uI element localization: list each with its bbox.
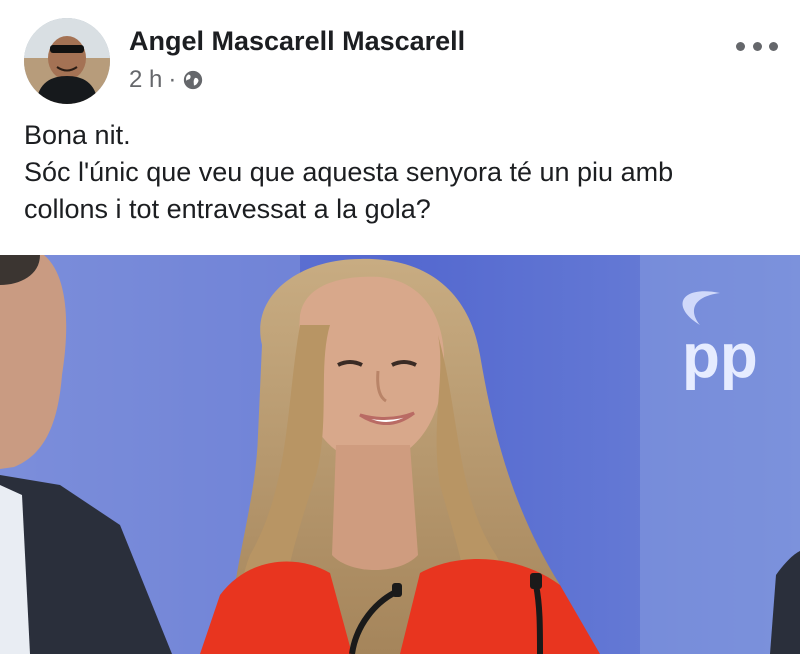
post-photo[interactable]: pp — [0, 255, 800, 654]
post-text-line: Sóc l'únic que veu que aquesta senyora t… — [24, 157, 674, 187]
more-options-button[interactable] — [736, 36, 778, 56]
post-text-line: Bona nit. — [24, 120, 131, 150]
post-text-line: collons i tot entravessat a la gola? — [24, 194, 431, 224]
author-avatar[interactable] — [24, 18, 110, 104]
globe-icon[interactable] — [182, 69, 204, 91]
post-text: Bona nit. Sóc l'únic que veu que aquesta… — [24, 117, 784, 228]
post-timestamp[interactable]: 2 h — [129, 66, 162, 94]
more-dot — [769, 41, 778, 51]
author-name[interactable]: Angel Mascarell Mascarell — [129, 26, 465, 57]
post-meta: 2 h · — [129, 64, 204, 96]
photo-image: pp — [0, 255, 800, 654]
meta-separator: · — [168, 66, 177, 93]
post-header: Angel Mascarell Mascarell 2 h · — [0, 0, 800, 108]
more-dot — [736, 41, 745, 51]
pp-logo-text: pp — [682, 322, 758, 391]
more-dot — [752, 41, 762, 51]
facebook-post: Angel Mascarell Mascarell 2 h · Bona nit… — [0, 0, 800, 654]
avatar-image — [24, 18, 110, 104]
